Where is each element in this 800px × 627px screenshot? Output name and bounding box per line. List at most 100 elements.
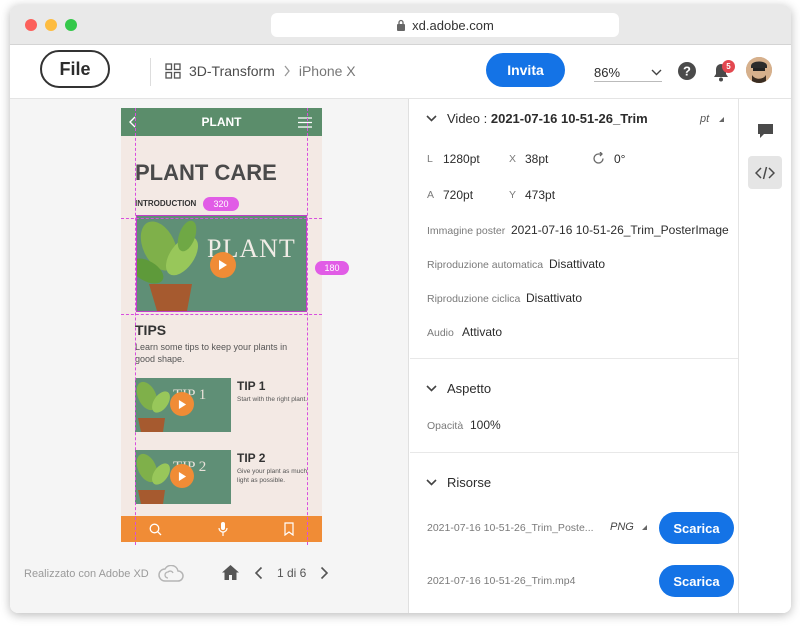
plant-leaves-icon bbox=[136, 381, 170, 432]
chevron-left-icon[interactable] bbox=[254, 566, 263, 580]
chevron-down-icon bbox=[426, 115, 437, 122]
unit-selector[interactable]: pt bbox=[700, 113, 725, 125]
autoplay-value[interactable]: Disattivato bbox=[549, 257, 605, 271]
play-button[interactable] bbox=[210, 252, 236, 278]
loop-value[interactable]: Disattivato bbox=[526, 291, 582, 305]
rotation-icon bbox=[593, 152, 604, 164]
artboard-iphone-x[interactable]: PLANT PLANT CARE INTRODUCTION PLANT TIPS… bbox=[121, 108, 322, 542]
audio-value[interactable]: Attivato bbox=[462, 325, 502, 339]
breadcrumb: 3D-Transform iPhone X bbox=[165, 63, 356, 79]
lock-icon bbox=[397, 19, 406, 31]
home-icon[interactable] bbox=[221, 564, 240, 581]
microphone-icon bbox=[218, 522, 228, 536]
tip-1-description: Start with the right plant. bbox=[237, 396, 308, 403]
width-measure-badge: 320 bbox=[203, 197, 239, 211]
tip-1-video[interactable]: TIP 1 bbox=[135, 378, 231, 432]
browser-chrome: xd.adobe.com bbox=[10, 5, 791, 45]
artboard-nav-title: PLANT bbox=[201, 115, 242, 129]
download-button[interactable]: Scarica bbox=[659, 512, 734, 544]
play-button[interactable] bbox=[170, 392, 194, 416]
plant-leaves-icon bbox=[137, 220, 198, 311]
app-toolbar: File 3D-Transform iPhone X Invita 86% ? … bbox=[10, 45, 791, 99]
file-button[interactable]: File bbox=[40, 50, 110, 88]
guide-line bbox=[135, 108, 136, 545]
svg-text:?: ? bbox=[683, 64, 691, 79]
breadcrumb-project[interactable]: 3D-Transform bbox=[189, 63, 275, 79]
artboard-intro: INTRODUCTION bbox=[135, 199, 197, 208]
asset-1-name: 2021-07-16 10-51-26_Trim_Poste... bbox=[427, 522, 594, 534]
comment-icon[interactable] bbox=[757, 123, 774, 139]
play-icon bbox=[219, 260, 227, 270]
close-window-button[interactable] bbox=[25, 19, 37, 31]
height-measure-badge: 180 bbox=[315, 261, 349, 275]
appearance-section-header[interactable]: Aspetto bbox=[426, 381, 491, 396]
page-navigation: 1 di 6 bbox=[221, 564, 329, 581]
divider bbox=[150, 58, 151, 86]
play-button[interactable] bbox=[170, 464, 194, 488]
height-value[interactable]: 720pt bbox=[443, 188, 473, 202]
hero-video[interactable]: PLANT bbox=[136, 215, 307, 312]
chevron-down-icon bbox=[651, 69, 662, 75]
audio-label: Audio bbox=[427, 327, 454, 339]
video-name: 2021-07-16 10-51-26_Trim bbox=[490, 111, 648, 126]
zoom-select[interactable]: 86% bbox=[594, 63, 662, 82]
address-bar[interactable]: xd.adobe.com bbox=[271, 13, 619, 37]
notification-badge: 5 bbox=[722, 60, 735, 73]
maximize-window-button[interactable] bbox=[65, 19, 77, 31]
asset-2-name: 2021-07-16 10-51-26_Trim.mp4 bbox=[427, 575, 576, 587]
code-view-button[interactable] bbox=[748, 156, 782, 189]
help-icon[interactable]: ? bbox=[677, 61, 697, 81]
made-with-label: Realizzato con Adobe XD bbox=[24, 568, 149, 580]
chevron-right-icon[interactable] bbox=[320, 566, 329, 580]
rotation-value[interactable]: 0° bbox=[614, 152, 625, 166]
creative-cloud-icon bbox=[158, 565, 184, 582]
inspect-panel: Video : 2021-07-16 10-51-26_Trim pt L 12… bbox=[410, 99, 738, 613]
x-value[interactable]: 38pt bbox=[525, 152, 548, 166]
corner-triangle-icon bbox=[719, 116, 725, 122]
design-canvas[interactable]: PLANT PLANT CARE INTRODUCTION PLANT TIPS… bbox=[10, 99, 409, 613]
zoom-value: 86% bbox=[594, 64, 621, 80]
grid-icon[interactable] bbox=[165, 63, 181, 79]
artboard-title: PLANT CARE bbox=[135, 160, 277, 185]
asset-1-format-select[interactable]: PNG bbox=[610, 521, 647, 533]
width-value[interactable]: 1280pt bbox=[443, 152, 480, 166]
minimize-window-button[interactable] bbox=[45, 19, 57, 31]
divider bbox=[410, 452, 738, 453]
breadcrumb-artboard[interactable]: iPhone X bbox=[299, 63, 356, 79]
download-button[interactable]: Scarica bbox=[659, 565, 734, 597]
poster-value[interactable]: 2021-07-16 10-51-26_Trim_PosterImage bbox=[511, 223, 729, 237]
bookmark-icon bbox=[284, 522, 294, 536]
plant-leaves-icon bbox=[136, 453, 170, 504]
invite-button[interactable]: Invita bbox=[486, 53, 565, 87]
height-label: A bbox=[427, 189, 435, 201]
code-icon bbox=[755, 166, 775, 179]
video-heading: Video : bbox=[447, 111, 491, 126]
right-rail bbox=[738, 99, 791, 613]
opacity-label: Opacità bbox=[427, 420, 464, 432]
artboard-nav-bar: PLANT bbox=[121, 108, 322, 136]
guide-line bbox=[307, 108, 308, 545]
guide-line bbox=[121, 218, 322, 219]
artboard-tab-bar bbox=[121, 516, 322, 542]
chevron-down-icon bbox=[426, 385, 437, 392]
autoplay-label: Riproduzione automatica bbox=[427, 259, 544, 271]
made-with-adobe-xd[interactable]: Realizzato con Adobe XD bbox=[24, 565, 185, 583]
y-label: Y bbox=[509, 189, 517, 201]
avatar[interactable] bbox=[746, 57, 772, 83]
poster-label: Immagine poster bbox=[427, 225, 506, 237]
tip-2-video[interactable]: TIP 2 bbox=[135, 450, 231, 504]
unit-value: pt bbox=[700, 113, 710, 125]
opacity-value[interactable]: 100% bbox=[470, 418, 501, 432]
width-label: L bbox=[427, 153, 433, 165]
assets-heading: Risorse bbox=[447, 475, 492, 490]
user-avatar-icon bbox=[746, 57, 772, 83]
assets-section-header[interactable]: Risorse bbox=[426, 475, 491, 490]
y-value[interactable]: 473pt bbox=[525, 188, 555, 202]
tip-2-title: TIP 2 bbox=[237, 451, 266, 465]
notifications-button[interactable]: 5 bbox=[712, 60, 735, 82]
tip-2-description: Give your plant as much light as possibl… bbox=[237, 468, 308, 484]
corner-triangle-icon bbox=[641, 524, 647, 530]
url-text: xd.adobe.com bbox=[412, 17, 494, 33]
video-section-header[interactable]: Video : 2021-07-16 10-51-26_Trim bbox=[426, 111, 648, 126]
chevron-down-icon bbox=[426, 479, 437, 486]
